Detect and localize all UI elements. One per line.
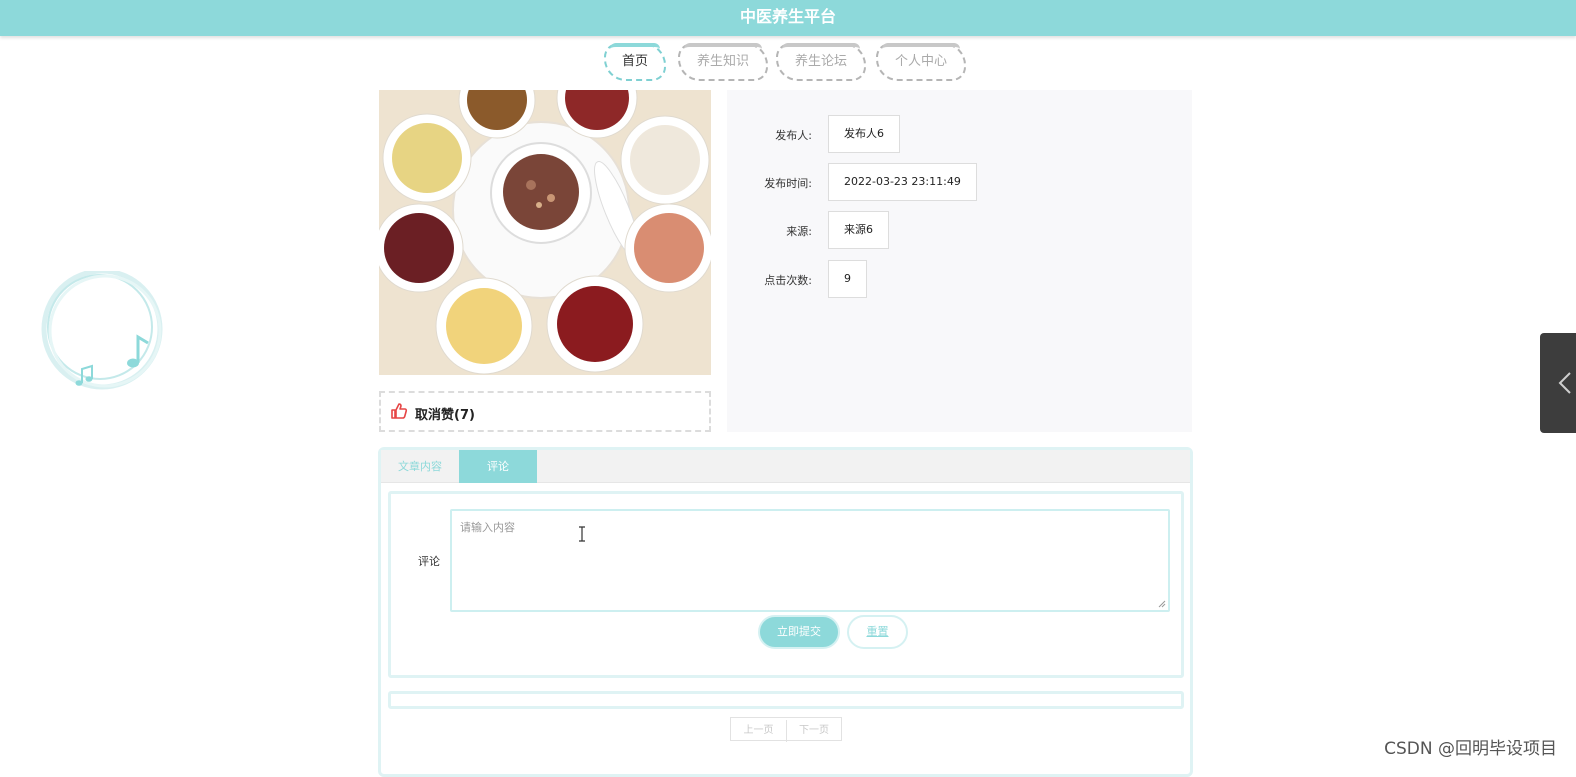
tab-bar: 文章内容 评论 bbox=[381, 450, 1190, 483]
nav-tab-cap bbox=[684, 43, 762, 49]
top-header-bar: 中医养生平台 bbox=[0, 0, 1576, 36]
like-count-label: 取消赞(7) bbox=[415, 408, 475, 423]
info-row-time: 发布时间: 2022-03-23 23:11:49 bbox=[727, 163, 1192, 201]
submit-button[interactable]: 立即提交 bbox=[758, 615, 840, 649]
time-label: 发布时间: bbox=[764, 177, 812, 190]
music-note-icon bbox=[41, 268, 163, 390]
nav-item-label: 养生论坛 bbox=[794, 54, 847, 69]
time-value: 2022-03-23 23:11:49 bbox=[828, 163, 977, 201]
reset-button[interactable]: 重置 bbox=[847, 615, 908, 649]
nav-item-label: 首页 bbox=[621, 54, 648, 69]
source-value: 来源6 bbox=[828, 211, 889, 249]
article-image bbox=[379, 90, 711, 375]
main-nav: 首页 养生知识 养生论坛 个人中心 bbox=[0, 43, 1576, 83]
nav-item-health-knowledge[interactable]: 养生知识 bbox=[678, 43, 768, 81]
thumbs-up-icon bbox=[391, 403, 408, 419]
prev-page-button[interactable]: 上一页 bbox=[731, 720, 786, 742]
nav-item-health-forum[interactable]: 养生论坛 bbox=[776, 43, 866, 81]
nav-tab-cap bbox=[882, 43, 960, 49]
text-cursor-icon bbox=[579, 526, 585, 542]
tab-comment[interactable]: 评论 bbox=[459, 450, 537, 483]
article-tab-panel: 文章内容 评论 评论 请输入内容 立即提交 重置 上一页 下一页 bbox=[378, 447, 1193, 777]
nav-item-personal-center[interactable]: 个人中心 bbox=[876, 43, 966, 81]
info-row-clicks: 点击次数: 9 bbox=[727, 260, 1192, 298]
comment-list bbox=[388, 691, 1184, 709]
publisher-label: 发布人: bbox=[775, 129, 812, 142]
comment-label: 评论 bbox=[418, 555, 440, 568]
watermark-text: CSDN @回明毕设项目 bbox=[1384, 739, 1557, 759]
publisher-value: 发布人6 bbox=[828, 115, 900, 153]
food-bowls-photo-icon bbox=[379, 90, 711, 375]
resize-grip-icon[interactable] bbox=[1158, 600, 1166, 608]
like-button[interactable]: 取消赞(7) bbox=[379, 391, 711, 432]
site-title: 中医养生平台 bbox=[739, 7, 836, 26]
side-drawer-handle[interactable] bbox=[1540, 333, 1576, 433]
next-page-button[interactable]: 下一页 bbox=[786, 720, 841, 742]
tab-article-content[interactable]: 文章内容 bbox=[381, 450, 459, 483]
nav-tab-cap bbox=[610, 43, 660, 49]
comment-placeholder: 请输入内容 bbox=[460, 521, 515, 534]
article-info-panel: 发布人: 发布人6 发布时间: 2022-03-23 23:11:49 来源: … bbox=[727, 90, 1192, 432]
comment-input[interactable]: 请输入内容 bbox=[450, 509, 1170, 612]
nav-item-label: 养生知识 bbox=[696, 54, 749, 69]
pagination: 上一页 下一页 bbox=[730, 717, 842, 742]
chevron-left-icon bbox=[1558, 372, 1571, 394]
nav-item-home[interactable]: 首页 bbox=[604, 43, 666, 81]
nav-tab-cap bbox=[782, 43, 860, 49]
info-row-source: 来源: 来源6 bbox=[727, 211, 1192, 249]
music-player-widget[interactable] bbox=[38, 268, 168, 391]
clicks-label: 点击次数: bbox=[764, 274, 812, 287]
nav-item-label: 个人中心 bbox=[894, 54, 947, 69]
info-row-publisher: 发布人: 发布人6 bbox=[727, 115, 1192, 153]
source-label: 来源: bbox=[786, 225, 812, 238]
clicks-value: 9 bbox=[828, 260, 867, 298]
comment-form: 评论 请输入内容 立即提交 重置 bbox=[388, 491, 1184, 678]
